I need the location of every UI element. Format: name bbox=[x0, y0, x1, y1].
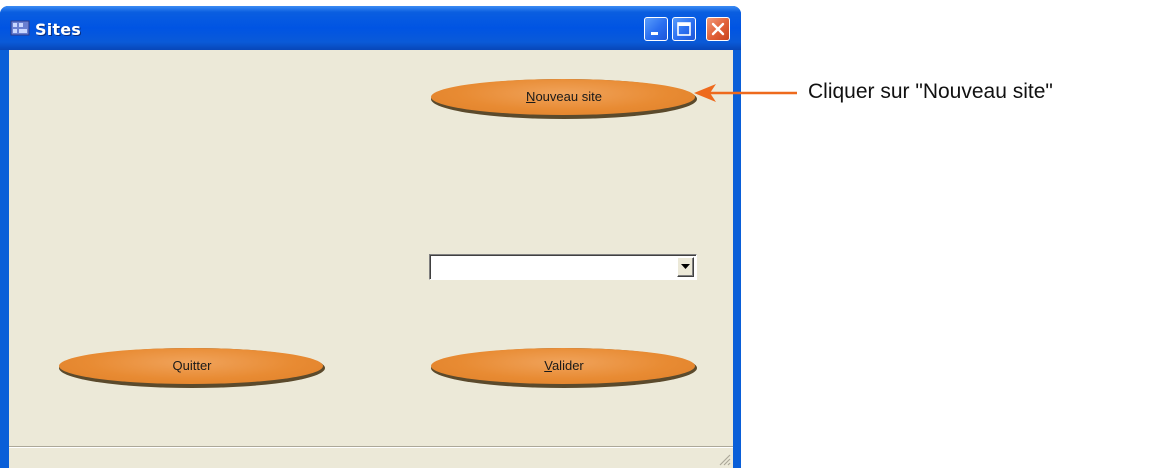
close-icon bbox=[711, 22, 725, 36]
minimize-button[interactable] bbox=[644, 17, 668, 41]
validate-button[interactable]: Valider bbox=[431, 348, 697, 388]
new-site-button[interactable]: Nouveau site bbox=[431, 79, 697, 119]
window-client-area: Nouveau site Quitter Valider bbox=[9, 50, 733, 468]
title-bar[interactable]: Sites bbox=[0, 6, 741, 50]
validate-label-rest: alider bbox=[551, 358, 584, 373]
minimize-icon bbox=[651, 32, 658, 35]
quit-label: Quitter bbox=[172, 358, 212, 373]
chevron-down-icon bbox=[681, 264, 690, 269]
callout-text: Cliquer sur "Nouveau site" bbox=[808, 80, 1053, 103]
callout-arrow-icon bbox=[694, 84, 797, 102]
maximize-icon bbox=[677, 22, 691, 36]
app-icon bbox=[10, 20, 30, 36]
new-site-label: Nouveau site bbox=[431, 79, 697, 115]
close-button[interactable] bbox=[706, 17, 730, 41]
quit-button[interactable]: Quitter bbox=[59, 348, 325, 388]
dropdown-button[interactable] bbox=[677, 257, 694, 277]
mnemonic-v: V bbox=[544, 358, 552, 373]
resize-grip-icon[interactable] bbox=[717, 452, 731, 466]
window-title: Sites bbox=[35, 20, 82, 39]
site-select[interactable] bbox=[429, 254, 697, 280]
new-site-label-rest: ouveau site bbox=[535, 89, 602, 104]
status-bar-separator bbox=[9, 446, 733, 448]
validate-label: Valider bbox=[431, 348, 697, 384]
maximize-button[interactable] bbox=[672, 17, 696, 41]
sites-window: Sites Nouveau site Quitter Valider bbox=[0, 6, 741, 468]
